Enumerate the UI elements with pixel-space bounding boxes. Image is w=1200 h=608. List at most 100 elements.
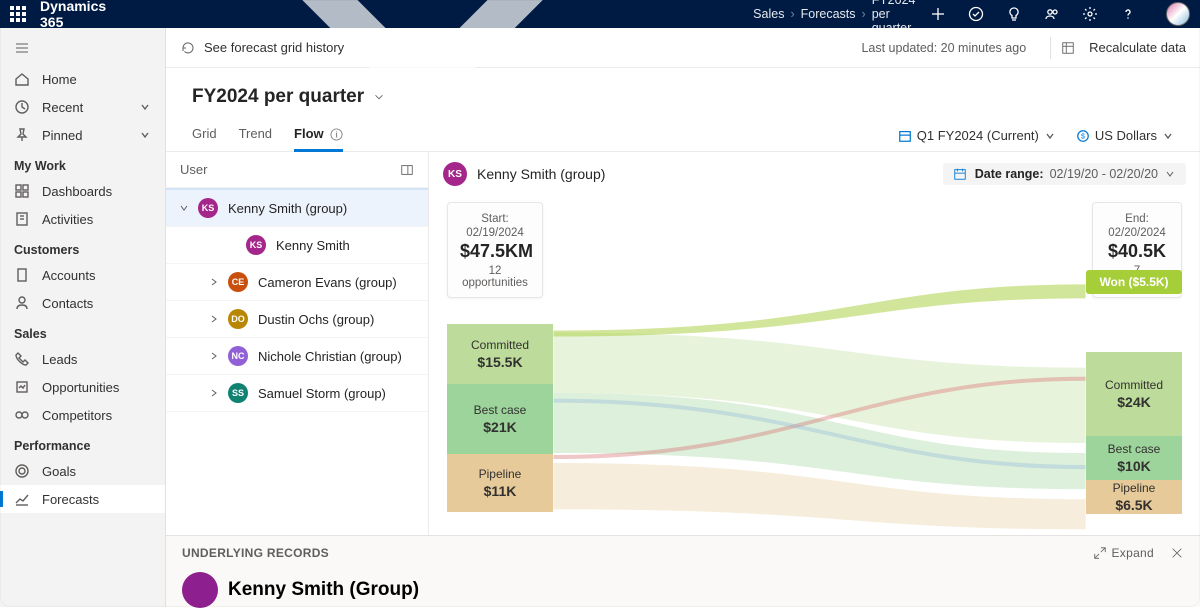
chevron-down-icon bbox=[139, 101, 151, 113]
calendar-range-icon bbox=[953, 167, 967, 181]
breadcrumb-current: FY2024 per quarter bbox=[872, 0, 930, 35]
currency-value: US Dollars bbox=[1095, 128, 1157, 143]
node-right-pipeline[interactable]: Pipeline$6.5K bbox=[1086, 480, 1182, 514]
sidebar-item-activities[interactable]: Activities bbox=[0, 205, 165, 233]
tree-row-name: Nichole Christian (group) bbox=[258, 349, 402, 364]
sidebar-item-forecasts[interactable]: Forecasts bbox=[0, 485, 165, 513]
flow-chart: Start: 02/19/2024 $47.5KM 12 opportuniti… bbox=[443, 202, 1186, 537]
close-icon bbox=[1170, 546, 1184, 560]
underlying-persona bbox=[182, 572, 218, 608]
plus-icon[interactable] bbox=[930, 6, 946, 22]
persona-badge: SS bbox=[228, 383, 248, 403]
dashboard-icon bbox=[14, 183, 30, 199]
period-value: Q1 FY2024 (Current) bbox=[917, 128, 1039, 143]
expand-icon bbox=[1093, 546, 1107, 560]
info-icon: i bbox=[330, 128, 343, 141]
sidebar-item-accounts[interactable]: Accounts bbox=[0, 261, 165, 289]
app-name[interactable]: Dynamics 365 bbox=[40, 0, 106, 30]
sidebar-item-label: Dashboards bbox=[42, 184, 112, 199]
breadcrumb-sales[interactable]: Sales bbox=[753, 7, 784, 21]
date-range-label: Date range: bbox=[975, 167, 1044, 181]
sidebar-item-label: Recent bbox=[42, 100, 83, 115]
node-right-committed[interactable]: Committed$24K bbox=[1086, 352, 1182, 436]
sidebar-item-label: Opportunities bbox=[42, 380, 119, 395]
tab-grid[interactable]: Grid bbox=[192, 120, 217, 151]
calendar-icon bbox=[898, 129, 912, 143]
tree-row[interactable]: NC Nichole Christian (group) bbox=[166, 338, 428, 375]
start-opps: 12 opportunities bbox=[460, 265, 530, 289]
flow-panel: KS Kenny Smith (group) Date range: 02/19… bbox=[429, 152, 1200, 535]
start-value: $47.5KM bbox=[460, 241, 530, 262]
last-updated-label: Last updated: 20 minutes ago bbox=[861, 41, 1026, 55]
pin-icon bbox=[14, 127, 30, 143]
clock-icon bbox=[14, 99, 30, 115]
tab-flow[interactable]: Flow i bbox=[294, 120, 343, 151]
sidebar-item-recent[interactable]: Recent bbox=[0, 93, 165, 121]
sidebar-item-dashboards[interactable]: Dashboards bbox=[0, 177, 165, 205]
person-icon bbox=[14, 295, 30, 311]
sidebar-item-label: Goals bbox=[42, 464, 76, 479]
underlying-title: UNDERLYING RECORDS bbox=[182, 546, 329, 560]
close-button[interactable] bbox=[1170, 546, 1184, 560]
sidebar-item-label: Forecasts bbox=[42, 492, 99, 507]
user-avatar[interactable] bbox=[1166, 2, 1190, 26]
chevron-down-icon bbox=[1164, 168, 1176, 180]
expand-button[interactable]: Expand bbox=[1093, 546, 1155, 560]
sidebar-item-label: Contacts bbox=[42, 296, 93, 311]
node-left-committed[interactable]: Committed$15.5K bbox=[447, 324, 553, 384]
task-check-icon[interactable] bbox=[968, 6, 984, 22]
tab-trend[interactable]: Trend bbox=[239, 120, 272, 151]
competitor-icon bbox=[14, 407, 30, 423]
sidebar-item-leads[interactable]: Leads bbox=[0, 345, 165, 373]
chevron-right-icon[interactable] bbox=[208, 350, 220, 362]
recalculate-button[interactable]: Recalculate data bbox=[1061, 40, 1186, 55]
sidebar-group-performance: Performance bbox=[0, 429, 165, 457]
chevron-down-icon bbox=[1044, 130, 1056, 142]
people-icon[interactable] bbox=[1044, 6, 1060, 22]
sidebar-item-home[interactable]: Home bbox=[0, 65, 165, 93]
underlying-records-panel: UNDERLYING RECORDS Expand Kenny Smith (G… bbox=[166, 535, 1200, 607]
currency-selector[interactable]: $ US Dollars bbox=[1076, 128, 1174, 143]
chevron-right-icon[interactable] bbox=[208, 387, 220, 399]
tree-row[interactable]: SS Samuel Storm (group) bbox=[166, 375, 428, 412]
chart-icon bbox=[14, 491, 30, 507]
sidebar-item-label: Activities bbox=[42, 212, 93, 227]
node-left-bestcase[interactable]: Best case$21K bbox=[447, 384, 553, 454]
top-nav-bar: Dynamics 365 Sales › Forecasts › FY2024 … bbox=[0, 0, 1200, 28]
target-icon bbox=[14, 463, 30, 479]
end-value: $40.5K bbox=[1105, 241, 1169, 262]
help-icon[interactable] bbox=[1120, 6, 1136, 22]
building-icon bbox=[14, 267, 30, 283]
chevron-down-icon bbox=[1162, 130, 1174, 142]
date-range-selector[interactable]: Date range: 02/19/20 - 02/20/20 bbox=[943, 163, 1186, 185]
sidebar-item-goals[interactable]: Goals bbox=[0, 457, 165, 485]
sidebar-item-opportunities[interactable]: Opportunities bbox=[0, 373, 165, 401]
sidebar-item-pinned[interactable]: Pinned bbox=[0, 121, 165, 149]
breadcrumb-forecasts[interactable]: Forecasts bbox=[801, 7, 856, 21]
currency-icon: $ bbox=[1076, 129, 1090, 143]
svg-text:$: $ bbox=[1081, 133, 1085, 140]
lightbulb-icon[interactable] bbox=[1006, 6, 1022, 22]
app-launcher-icon[interactable] bbox=[10, 6, 26, 22]
period-selector[interactable]: Q1 FY2024 (Current) bbox=[898, 128, 1056, 143]
sidebar-item-label: Home bbox=[42, 72, 77, 87]
tree-row-name: Samuel Storm (group) bbox=[258, 386, 386, 401]
activity-icon bbox=[14, 211, 30, 227]
svg-text:i: i bbox=[336, 129, 338, 139]
chevron-down-icon bbox=[139, 129, 151, 141]
recalculate-label: Recalculate data bbox=[1089, 40, 1186, 55]
home-icon bbox=[14, 71, 30, 87]
table-icon bbox=[1061, 41, 1075, 55]
sidebar-item-label: Leads bbox=[42, 352, 77, 367]
sidebar-item-label: Pinned bbox=[42, 128, 82, 143]
sidebar-item-competitors[interactable]: Competitors bbox=[0, 401, 165, 429]
persona-badge: NC bbox=[228, 346, 248, 366]
node-right-won[interactable]: Won ($5.5K) bbox=[1086, 270, 1182, 294]
opportunity-icon bbox=[14, 379, 30, 395]
node-left-pipeline[interactable]: Pipeline$11K bbox=[447, 454, 553, 512]
gear-icon[interactable] bbox=[1082, 6, 1098, 22]
underlying-person-name: Kenny Smith (Group) bbox=[228, 579, 419, 601]
node-right-bestcase[interactable]: Best case$10K bbox=[1086, 436, 1182, 480]
sidebar-item-contacts[interactable]: Contacts bbox=[0, 289, 165, 317]
start-card: Start: 02/19/2024 $47.5KM 12 opportuniti… bbox=[447, 202, 543, 298]
